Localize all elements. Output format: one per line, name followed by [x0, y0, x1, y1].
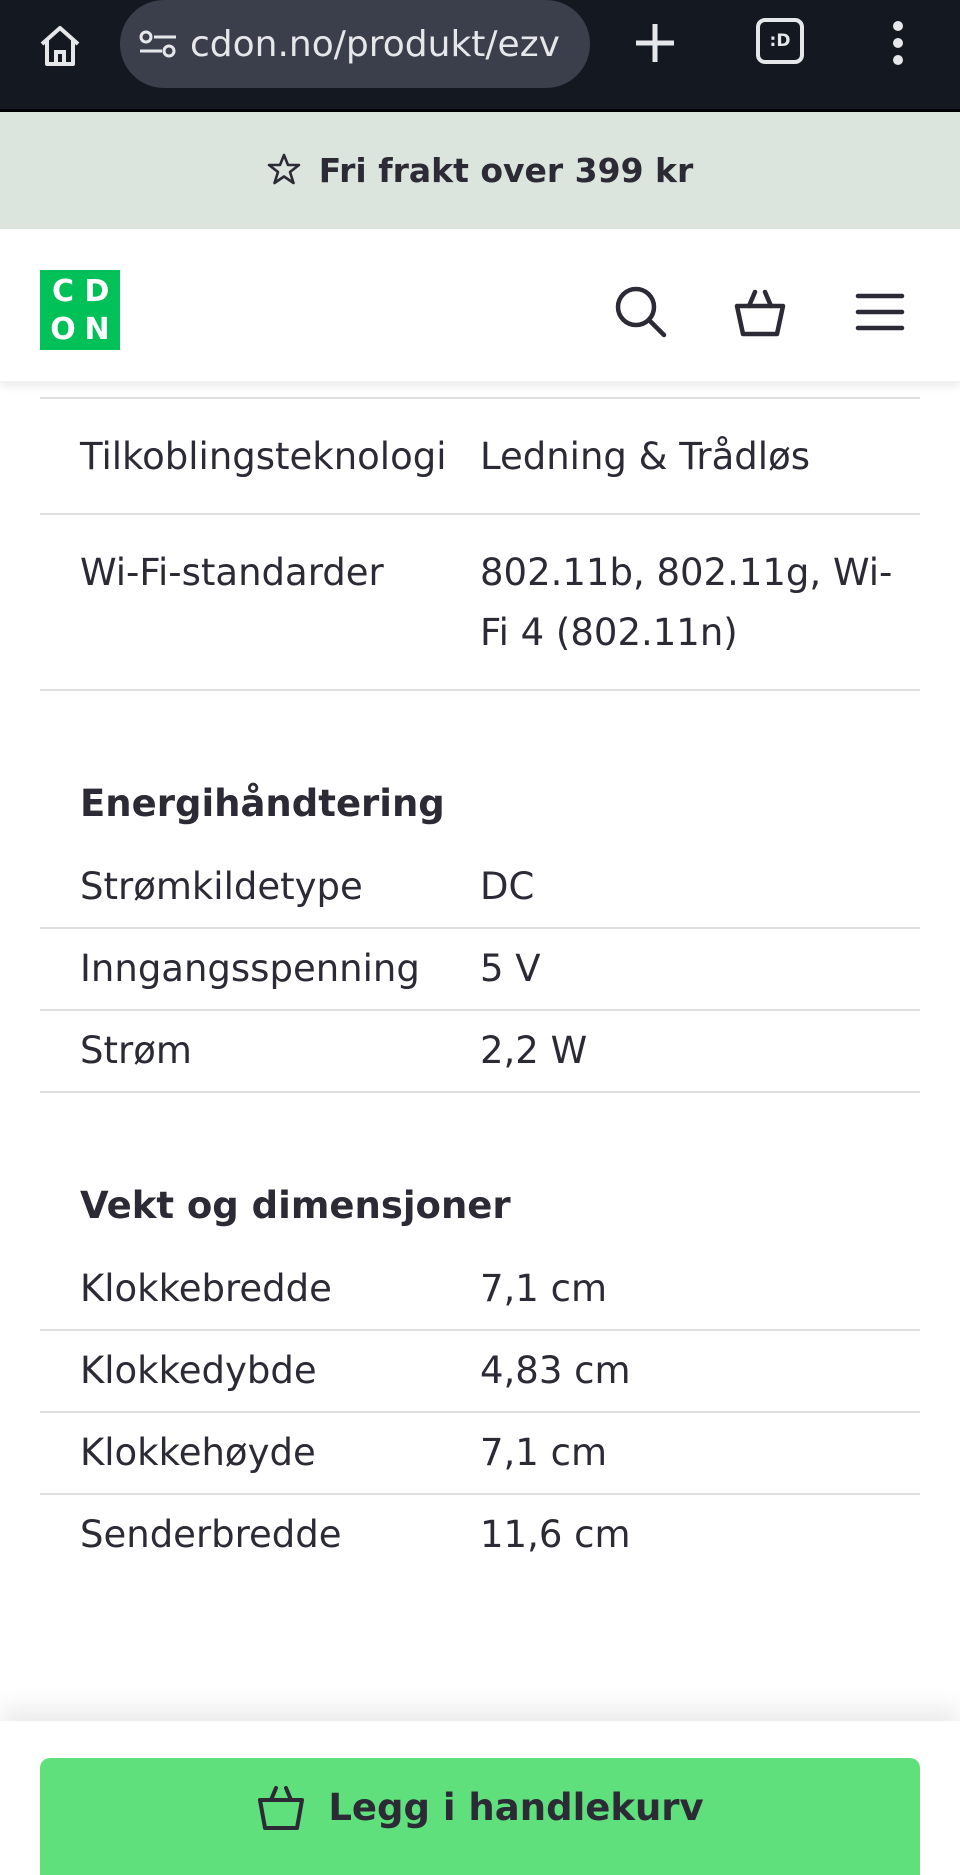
spec-value: Ledning & Trådløs — [480, 435, 810, 478]
logo-letter: C — [51, 273, 75, 309]
spec-row: Senderbredde 11,6 cm — [40, 1495, 920, 1575]
browser-toolbar: cdon.no/produkt/ezv :D — [0, 0, 960, 112]
address-bar[interactable]: cdon.no/produkt/ezv — [120, 0, 590, 88]
spec-row: Wi-Fi-standarder 802.11b, 802.11g, Wi-Fi… — [40, 515, 920, 691]
basket-icon[interactable] — [730, 282, 790, 342]
search-icon[interactable] — [611, 282, 671, 342]
spec-value: 7,1 cm — [480, 1267, 607, 1310]
spec-value: 2,2 W — [480, 1029, 588, 1072]
tab-switcher-button[interactable]: :D — [756, 18, 804, 64]
spec-key: Tilkoblingsteknologi — [80, 435, 447, 478]
spec-row: Strømkildetype DC — [40, 847, 920, 929]
spec-value: 5 V — [480, 947, 541, 990]
promo-banner: Fri frakt over 399 kr — [0, 112, 960, 229]
spec-row: Klokkehøyde 7,1 cm — [40, 1413, 920, 1495]
spec-key: Wi-Fi-standarder — [80, 551, 384, 594]
basket-icon — [256, 1780, 306, 1838]
star-icon — [267, 152, 301, 190]
spec-key: Strøm — [80, 1029, 192, 1072]
home-icon[interactable] — [30, 16, 90, 76]
spec-row: Klokkebredde 7,1 cm — [40, 1249, 920, 1331]
spec-table: Tilkoblingsteknologi Ledning & Trådløs W… — [40, 381, 920, 1721]
spec-key: Klokkebredde — [80, 1267, 332, 1310]
spec-row: Klokkedybde 4,83 cm — [40, 1331, 920, 1413]
spec-value: 4,83 cm — [480, 1349, 631, 1392]
cdon-logo[interactable]: C D O N — [40, 270, 120, 350]
logo-letter: N — [84, 311, 110, 347]
spec-key: Klokkedybde — [80, 1349, 317, 1392]
page: cdon.no/produkt/ezv :D Fri frakt over 39… — [0, 0, 960, 1875]
section-title-energy: Energihåndtering — [80, 782, 445, 825]
spec-row: Tilkoblingsteknologi Ledning & Trådløs — [40, 397, 920, 515]
tab-switcher-label: :D — [769, 31, 791, 51]
more-options-icon[interactable] — [884, 16, 912, 76]
spec-value: DC — [480, 865, 535, 908]
spec-row: Strøm 2,2 W — [40, 1011, 920, 1093]
add-to-cart-label: Legg i handlekurv — [328, 1786, 704, 1829]
site-settings-icon[interactable] — [138, 29, 190, 59]
promo-text: Fri frakt over 399 kr — [318, 151, 694, 190]
add-to-cart-button[interactable]: Legg i handlekurv — [40, 1758, 920, 1875]
url-text[interactable]: cdon.no/produkt/ezv — [190, 24, 570, 65]
spec-key: Klokkehøyde — [80, 1431, 316, 1474]
spec-key: Inngangsspenning — [80, 947, 420, 990]
spec-value: 11,6 cm — [480, 1513, 631, 1556]
spec-key: Strømkildetype — [80, 865, 363, 908]
logo-letter: D — [84, 273, 110, 309]
menu-icon[interactable] — [850, 282, 910, 342]
spec-key: Senderbredde — [80, 1513, 342, 1556]
spec-row: Inngangsspenning 5 V — [40, 929, 920, 1011]
new-tab-icon[interactable] — [630, 18, 680, 68]
logo-letter: O — [50, 311, 76, 347]
spec-value: 7,1 cm — [480, 1431, 607, 1474]
section-title-dimensions: Vekt og dimensjoner — [80, 1184, 511, 1227]
site-header: C D O N — [0, 229, 960, 381]
spec-value: 802.11b, 802.11g, Wi-Fi 4 (802.11n) — [480, 551, 893, 654]
sticky-footer: Legg i handlekurv — [0, 1721, 960, 1875]
